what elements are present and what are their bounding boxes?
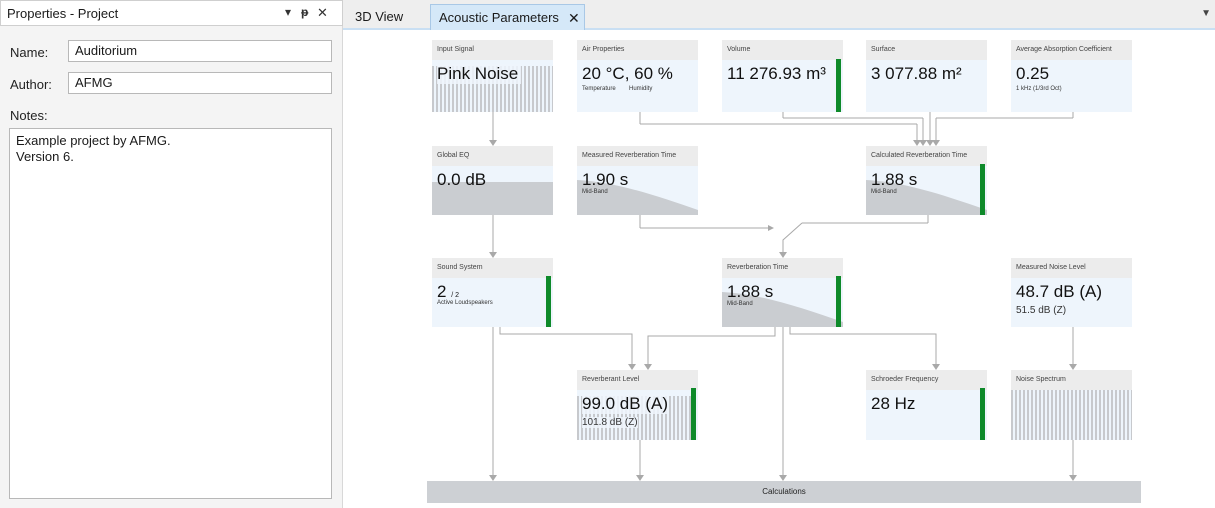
card-value: 3 077.88 m² [871,64,962,83]
card-value: 48.7 dB (A) [1016,282,1102,301]
card-title: Reverberant Level [577,370,698,390]
noise-spectrum-bars [1011,390,1132,440]
status-bar [546,276,551,327]
active-count: 2 [437,282,447,301]
card-title: Sound System [432,258,553,278]
card-input-signal[interactable]: Input Signal Pink Noise [432,40,553,112]
card-value: 20 °C, 60 % [582,64,673,83]
card-air-properties[interactable]: Air Properties 20 °C, 60 % Temperature H… [577,40,698,112]
total-count: / 2 [451,292,459,299]
calculations-bar[interactable]: Calculations [427,481,1141,503]
card-reverberation-time[interactable]: Reverberation Time 1.88 s Mid-Band [722,258,843,327]
card-value-z: 101.8 dB (Z) [582,417,638,428]
card-measured-noise[interactable]: Measured Noise Level 48.7 dB (A) 51.5 dB… [1011,258,1132,327]
status-bar [980,164,985,215]
card-title: Measured Noise Level [1011,258,1132,278]
loudspeakers-label: Active Loudspeakers [437,300,493,306]
status-bar [691,388,696,440]
card-volume[interactable]: Volume 11 276.93 m³ [722,40,843,112]
card-title: Global EQ [432,146,553,166]
status-bar [836,276,841,327]
card-noise-spectrum[interactable]: Noise Spectrum [1011,370,1132,440]
card-reverberant-level[interactable]: Reverberant Level 99.0 dB (A) 101.8 dB (… [577,370,698,440]
card-value: 1.88 s [727,282,774,301]
card-absorption[interactable]: Average Absorption Coefficient 0.25 1 kH… [1011,40,1132,112]
card-sound-system[interactable]: Sound System 2 / 2 Active Loudspeakers [432,258,553,327]
card-value: 11 276.93 m³ [727,64,826,83]
card-title: Calculated Reverberation Time [866,146,987,166]
card-title: Noise Spectrum [1011,370,1132,390]
card-surface[interactable]: Surface 3 077.88 m² [866,40,987,112]
card-title: Average Absorption Coefficient [1011,40,1132,60]
card-value: 1.90 s [582,170,629,189]
temperature-label: Temperature [582,86,616,92]
card-value: 0.25 [1016,64,1050,83]
status-bar [836,59,841,112]
frequency-label: 1 kHz (1/3rd Oct) [1016,86,1062,92]
card-title: Air Properties [577,40,698,60]
card-title: Measured Reverberation Time [577,146,698,166]
card-calculated-rt[interactable]: Calculated Reverberation Time 1.88 s Mid… [866,146,987,215]
card-measured-rt[interactable]: Measured Reverberation Time 1.90 s Mid-B… [577,146,698,215]
card-value: Pink Noise [437,64,522,84]
band-label: Mid-Band [727,301,753,307]
card-title: Volume [722,40,843,60]
band-label: Mid-Band [871,189,897,195]
card-value: 0.0 dB [437,170,487,189]
card-value-z: 51.5 dB (Z) [1016,305,1067,316]
band-label: Mid-Band [582,189,608,195]
card-value: 28 Hz [871,394,916,413]
card-title: Surface [866,40,987,60]
status-bar [980,388,985,440]
card-schroeder[interactable]: Schroeder Frequency 28 Hz [866,370,987,440]
card-global-eq[interactable]: Global EQ 0.0 dB [432,146,553,215]
card-value: 1.88 s [871,170,918,189]
card-title: Schroeder Frequency [866,370,987,390]
card-value: 99.0 dB (A) [582,394,668,414]
card-title: Reverberation Time [722,258,843,278]
humidity-label: Humidity [629,86,653,92]
card-value-group: 2 / 2 [437,282,459,302]
card-title: Input Signal [432,40,553,60]
